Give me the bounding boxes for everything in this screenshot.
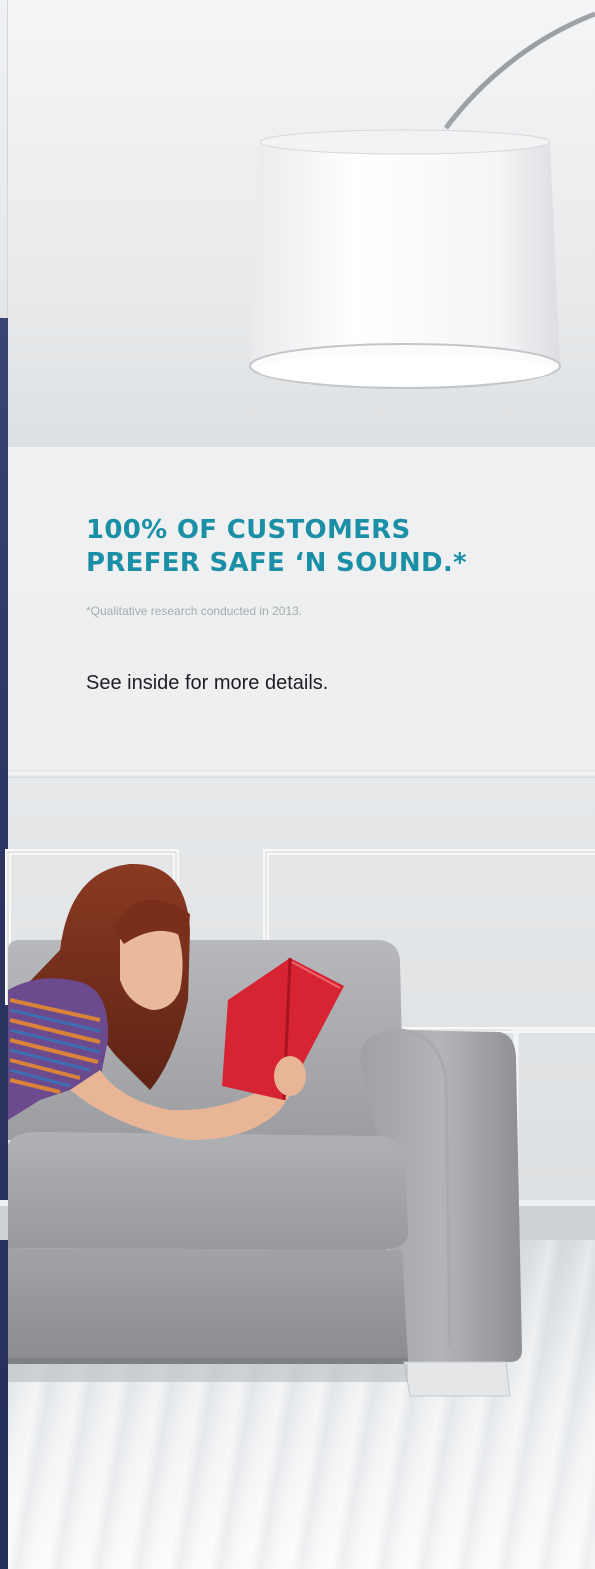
sofa-foot	[403, 1361, 511, 1397]
headline-line-2: PREFER SAFE ‘N SOUND.*	[86, 548, 467, 578]
sofa-scene	[0, 849, 595, 1397]
sofa-base	[8, 1248, 408, 1360]
headline: 100% OF CUSTOMERS PREFER SAFE ‘N SOUND.*	[86, 514, 467, 580]
sofa-seat-cushion	[8, 1132, 408, 1250]
footnote: *Qualitative research conducted in 2013.	[86, 604, 303, 618]
see-inside-text: See inside for more details.	[86, 672, 329, 694]
headline-line-1: 100% OF CUSTOMERS	[86, 515, 411, 545]
